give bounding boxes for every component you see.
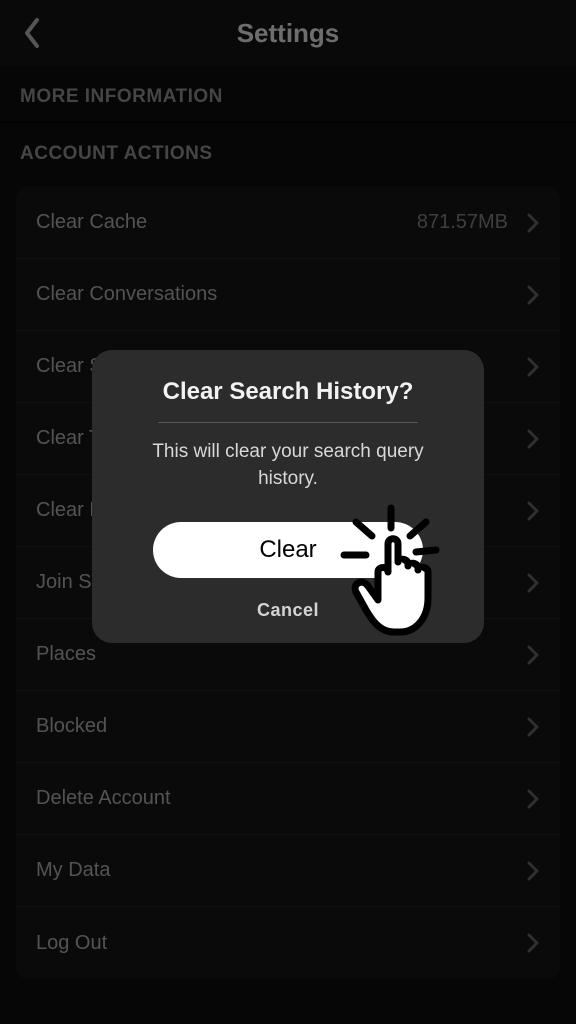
cancel-button[interactable]: Cancel (257, 600, 319, 621)
clear-search-history-dialog: Clear Search History? This will clear yo… (92, 350, 484, 643)
dialog-title: Clear Search History? (163, 378, 414, 406)
dialog-message: This will clear your search query histor… (120, 439, 456, 492)
modal-overlay[interactable]: Clear Search History? This will clear yo… (0, 0, 576, 1024)
dialog-separator (158, 422, 418, 423)
clear-button[interactable]: Clear (153, 522, 423, 578)
